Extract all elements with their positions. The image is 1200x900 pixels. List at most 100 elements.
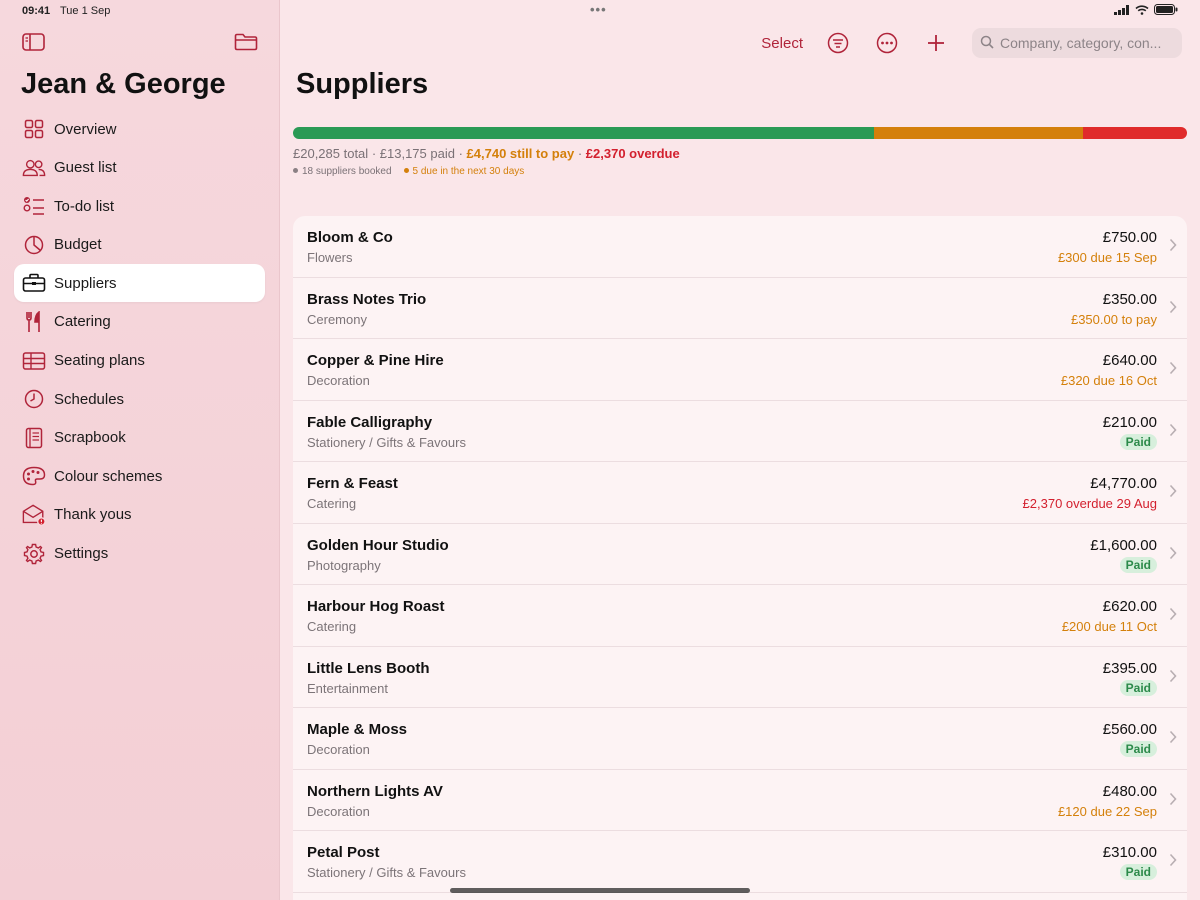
sidebar-item-scrapbook[interactable]: Scrapbook: [14, 419, 265, 457]
sidebar-item-to-do-list[interactable]: To-do list: [14, 187, 265, 225]
fork-knife-icon: [22, 310, 46, 334]
supplier-row[interactable]: Maple & Moss Decoration £560.00 Paid: [293, 708, 1187, 770]
page-title: Suppliers: [296, 68, 429, 100]
summary-to-pay: £4,740 still to pay: [466, 146, 575, 161]
multitasking-dots-icon[interactable]: •••: [590, 2, 607, 17]
supplier-name: Little Lens Booth: [307, 659, 430, 677]
sidebar-item-label: Guest list: [54, 159, 117, 177]
sidebar-item-thank-yous[interactable]: Thank yous: [14, 496, 265, 534]
supplier-row[interactable]: Little Lens Booth Entertainment £395.00 Pai…: [293, 647, 1187, 708]
sidebar: Jean & George Overview Guest list To-do …: [0, 0, 280, 900]
paid-badge: Paid: [1119, 556, 1157, 573]
supplier-category: Stationery / Gifts & Favours: [307, 865, 466, 880]
supplier-name: Petal Post: [307, 844, 380, 861]
sidebar-item-guest-list[interactable]: Guest list: [14, 149, 265, 187]
supplier-name: Fable Calligraphy: [307, 413, 433, 431]
supplier-list: Bloom & Co Flowers £750.00 £300 due 15 Sep B…: [293, 216, 1187, 900]
paid-badge: Paid: [1119, 741, 1157, 757]
book-icon: [22, 426, 46, 450]
sidebar-item-overview[interactable]: Overview: [14, 110, 265, 148]
home-indicator[interactable]: [450, 888, 750, 893]
payment-status: £300 due 15 Sep: [1057, 250, 1157, 265]
supplier-name: Brass Notes Trio: [307, 290, 427, 308]
supplier-category: Entertainment: [307, 680, 388, 696]
chevron-right-icon: [1169, 361, 1177, 380]
supplier-amount: £395.00: [1102, 659, 1157, 677]
sidebar-item-schedules[interactable]: Schedules: [14, 380, 265, 418]
chevron-right-icon: [1169, 300, 1177, 319]
table-icon: [22, 349, 46, 373]
supplier-row[interactable]: Petal Post Stationery / Gifts & Favours £3…: [293, 831, 1187, 893]
sidebar-nav: Overview Guest list To-do list Budget Su…: [14, 110, 265, 573]
sidebar-item-label: Scrapbook: [54, 429, 126, 447]
supplier-amount: £1,600.00: [1090, 536, 1157, 554]
supplier-amount: £560.00: [1102, 721, 1157, 738]
clock-icon: [22, 387, 46, 411]
supplier-category: Decoration: [307, 803, 370, 819]
sidebar-item-label: Overview: [54, 120, 117, 138]
add-icon[interactable]: [923, 30, 949, 56]
sidebar-item-budget[interactable]: Budget: [14, 226, 265, 264]
chevron-right-icon: [1169, 423, 1177, 442]
chevron-right-icon: [1169, 669, 1177, 688]
sidebar-item-label: Suppliers: [54, 274, 117, 292]
supplier-category: Decoration: [307, 373, 370, 388]
supplier-category: Ceremony: [307, 311, 367, 327]
supplier-name: Bloom & Co: [307, 229, 393, 246]
sidebar-item-suppliers[interactable]: Suppliers: [14, 264, 265, 303]
sidebar-item-colour-schemes[interactable]: Colour schemes: [14, 457, 265, 495]
palette-icon: [22, 464, 46, 488]
summary-total: £20,285 total: [293, 146, 369, 161]
sidebar-item-seating-plans[interactable]: Seating plans: [14, 342, 265, 380]
main-content: Select Suppliers £20,285 total · £13,175…: [281, 0, 1200, 900]
progress-overdue-segment: [1082, 127, 1187, 139]
payment-status: £350.00 to pay: [1070, 311, 1157, 327]
supplier-row[interactable]: Brass Notes Trio Ceremony £350.00 £350.00 t…: [293, 278, 1187, 339]
supplier-row[interactable]: Copper & Pine Hire Decoration £640.00 £320 …: [293, 339, 1187, 401]
sidebar-item-catering[interactable]: Catering: [14, 303, 265, 341]
chevron-right-icon: [1169, 484, 1177, 503]
supplier-row[interactable]: Northern Lights AV Decoration £480.00 £120 …: [293, 770, 1187, 831]
supplier-category: Catering: [307, 619, 357, 634]
supplier-name: Maple & Moss: [307, 721, 408, 738]
payment-status: £2,370 overdue 29 Aug: [1022, 496, 1157, 511]
more-options-icon[interactable]: [874, 30, 900, 56]
gear-icon: [22, 542, 46, 566]
grid-icon: [22, 117, 46, 141]
supplier-category: Stationery / Gifts & Favours: [307, 434, 466, 450]
supplier-name: Northern Lights AV: [307, 782, 443, 800]
sidebar-item-label: Budget: [54, 236, 102, 254]
sidebar-item-label: To-do list: [54, 197, 115, 215]
progress-to-pay-segment: [873, 127, 1083, 139]
status-time: 09:41: [22, 5, 51, 17]
wedding-title: Jean & George: [21, 68, 226, 100]
search-input[interactable]: [1000, 35, 1175, 51]
supplier-row[interactable]: Fern & Feast Catering £4,770.00 £2,370 over…: [293, 462, 1187, 524]
supplier-row[interactable]: Bloom & Co Flowers £750.00 £300 due 15 Sep: [293, 216, 1187, 278]
folder-icon[interactable]: [234, 32, 258, 57]
select-button[interactable]: Select: [761, 35, 803, 52]
supplier-category: Flowers: [307, 250, 353, 265]
toolbar: Select: [761, 28, 1182, 58]
filter-icon[interactable]: [825, 30, 851, 56]
sidebar-item-label: Catering: [54, 313, 111, 331]
summary-booked: 18 suppliers booked: [302, 166, 392, 177]
paid-badge: Paid: [1119, 433, 1157, 450]
supplier-row[interactable]: Fable Calligraphy Stationery / Gifts & Fa…: [293, 401, 1187, 462]
payment-status: £320 due 16 Oct: [1060, 373, 1157, 388]
sidebar-item-settings[interactable]: Settings: [14, 535, 265, 573]
sidebar-toggle-icon[interactable]: [22, 32, 46, 57]
sidebar-item-label: Colour schemes: [54, 467, 163, 485]
paid-badge: Paid: [1119, 864, 1157, 880]
supplier-category: Catering: [307, 496, 357, 511]
search-field[interactable]: [972, 28, 1182, 58]
pie-chart-icon: [22, 233, 46, 257]
search-icon: [980, 35, 994, 52]
people-icon: [22, 156, 46, 180]
summary-overdue: £2,370 overdue: [585, 146, 680, 161]
summary-due-soon: 5 due in the next 30 days: [412, 166, 525, 177]
supplier-row[interactable]: Golden Hour Studio Photography £1,600.00 Pa…: [293, 524, 1187, 585]
supplier-name: Copper & Pine Hire: [307, 352, 444, 369]
progress-paid-segment: [293, 127, 874, 139]
supplier-row[interactable]: Harbour Hog Roast Catering £620.00 £200 due…: [293, 585, 1187, 647]
